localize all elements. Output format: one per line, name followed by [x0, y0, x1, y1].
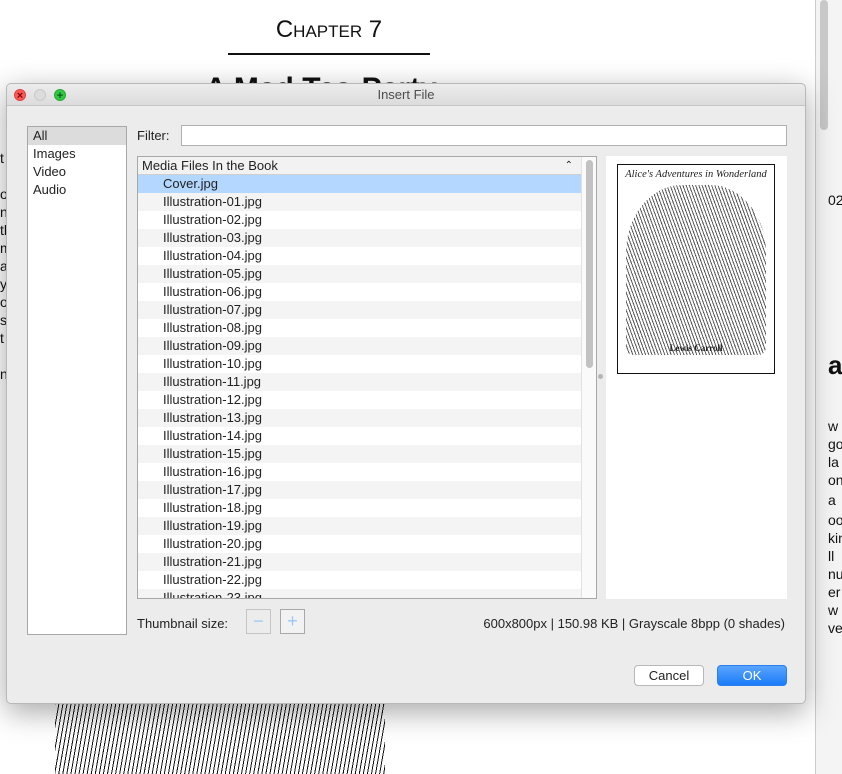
file-row[interactable]: Illustration-23.jpg — [138, 589, 581, 598]
close-button[interactable]: × — [14, 89, 26, 102]
text-fragment: w — [828, 418, 839, 434]
file-row[interactable]: Illustration-09.jpg — [138, 337, 581, 355]
list-header-label: Media Files In the Book — [142, 158, 278, 173]
file-row[interactable]: Illustration-08.jpg — [138, 319, 581, 337]
category-images[interactable]: Images — [28, 145, 126, 163]
list-scrollbar[interactable] — [581, 157, 596, 598]
minimize-button[interactable] — [34, 89, 46, 101]
file-row[interactable]: Illustration-10.jpg — [138, 355, 581, 373]
file-row[interactable]: Illustration-07.jpg — [138, 301, 581, 319]
text-fragment: ll — [828, 548, 835, 564]
media-file-list: Media Files In the Book ⌃ Cover.jpg Illust… — [137, 156, 597, 599]
chapter-rule — [228, 53, 430, 55]
category-video[interactable]: Video — [28, 163, 126, 181]
file-row[interactable]: Illustration-21.jpg — [138, 553, 581, 571]
text-fragment: oo — [828, 512, 842, 528]
text-fragment: a — [828, 492, 836, 508]
file-row[interactable]: Illustration-04.jpg — [138, 247, 581, 265]
file-row[interactable]: Illustration-05.jpg — [138, 265, 581, 283]
category-list: All Images Video Audio — [27, 126, 127, 635]
split-handle[interactable] — [598, 374, 603, 379]
cover-thumbnail: Alice's Adventures in Wonderland Lewis C… — [617, 164, 775, 374]
file-row[interactable]: Illustration-22.jpg — [138, 571, 581, 589]
file-row[interactable]: Illustration-03.jpg — [138, 229, 581, 247]
thumbnail-decrease-button[interactable]: − — [246, 609, 271, 634]
cover-author: Lewis Carroll — [669, 343, 723, 353]
file-row[interactable]: Illustration-01.jpg — [138, 193, 581, 211]
file-row[interactable]: Illustration-13.jpg — [138, 409, 581, 427]
scrollbar-thumb[interactable] — [586, 160, 593, 368]
sort-ascending-icon: ⌃ — [564, 160, 573, 171]
thumbnail-size-label: Thumbnail size: — [137, 616, 229, 631]
text-fragment: er — [828, 584, 841, 600]
file-row[interactable]: Illustration-02.jpg — [138, 211, 581, 229]
text-fragment: kin — [828, 530, 842, 546]
category-audio[interactable]: Audio — [28, 181, 126, 199]
file-row[interactable]: Illustration-17.jpg — [138, 481, 581, 499]
chapter-title: Chapter 7 — [275, 16, 383, 43]
cancel-button[interactable]: Cancel — [634, 665, 704, 686]
file-row[interactable]: Illustration-15.jpg — [138, 445, 581, 463]
preview-pane: Alice's Adventures in Wonderland Lewis C… — [606, 156, 787, 599]
text-fragment: w — [828, 602, 839, 618]
text-fragment: on — [828, 472, 842, 488]
file-row[interactable]: Illustration-20.jpg — [138, 535, 581, 553]
file-row[interactable]: Illustration-11.jpg — [138, 373, 581, 391]
file-row[interactable]: Cover.jpg — [138, 175, 581, 193]
title-bar: × + Insert File — [7, 84, 805, 106]
side-pane — [815, 0, 842, 774]
file-row[interactable]: Illustration-16.jpg — [138, 463, 581, 481]
insert-file-dialog: × + Insert File All Images Video Audio Filt… — [6, 83, 806, 704]
category-all[interactable]: All — [28, 127, 126, 145]
dialog-title: Insert File — [377, 87, 435, 102]
side-scrollbar[interactable] — [820, 0, 828, 130]
ok-button[interactable]: OK — [717, 665, 787, 686]
file-row[interactable]: Illustration-19.jpg — [138, 517, 581, 535]
text-fragment: la — [828, 454, 839, 470]
text-fragment: ve — [828, 620, 842, 636]
cover-illustration — [626, 185, 766, 355]
file-row[interactable]: Illustration-18.jpg — [138, 499, 581, 517]
filter-label: Filter: — [137, 128, 170, 143]
zoom-button[interactable]: + — [54, 89, 66, 102]
text-fragment: t — [0, 150, 4, 166]
chapter-illustration — [55, 700, 385, 774]
list-header[interactable]: Media Files In the Book ⌃ — [138, 157, 581, 175]
text-fragment: 02 — [828, 192, 842, 208]
text-fragment: a — [828, 350, 842, 380]
text-fragment: nu — [828, 566, 842, 582]
thumbnail-increase-button[interactable]: + — [280, 609, 305, 634]
file-row[interactable]: Illustration-12.jpg — [138, 391, 581, 409]
file-info: 600x800px | 150.98 KB | Grayscale 8bpp (… — [483, 616, 785, 631]
file-row[interactable]: Illustration-06.jpg — [138, 283, 581, 301]
text-fragment: go — [828, 436, 842, 452]
file-row[interactable]: Illustration-14.jpg — [138, 427, 581, 445]
text-fragment: t — [0, 330, 4, 346]
filter-input[interactable] — [181, 125, 787, 146]
cover-title: Alice's Adventures in Wonderland — [625, 169, 767, 180]
